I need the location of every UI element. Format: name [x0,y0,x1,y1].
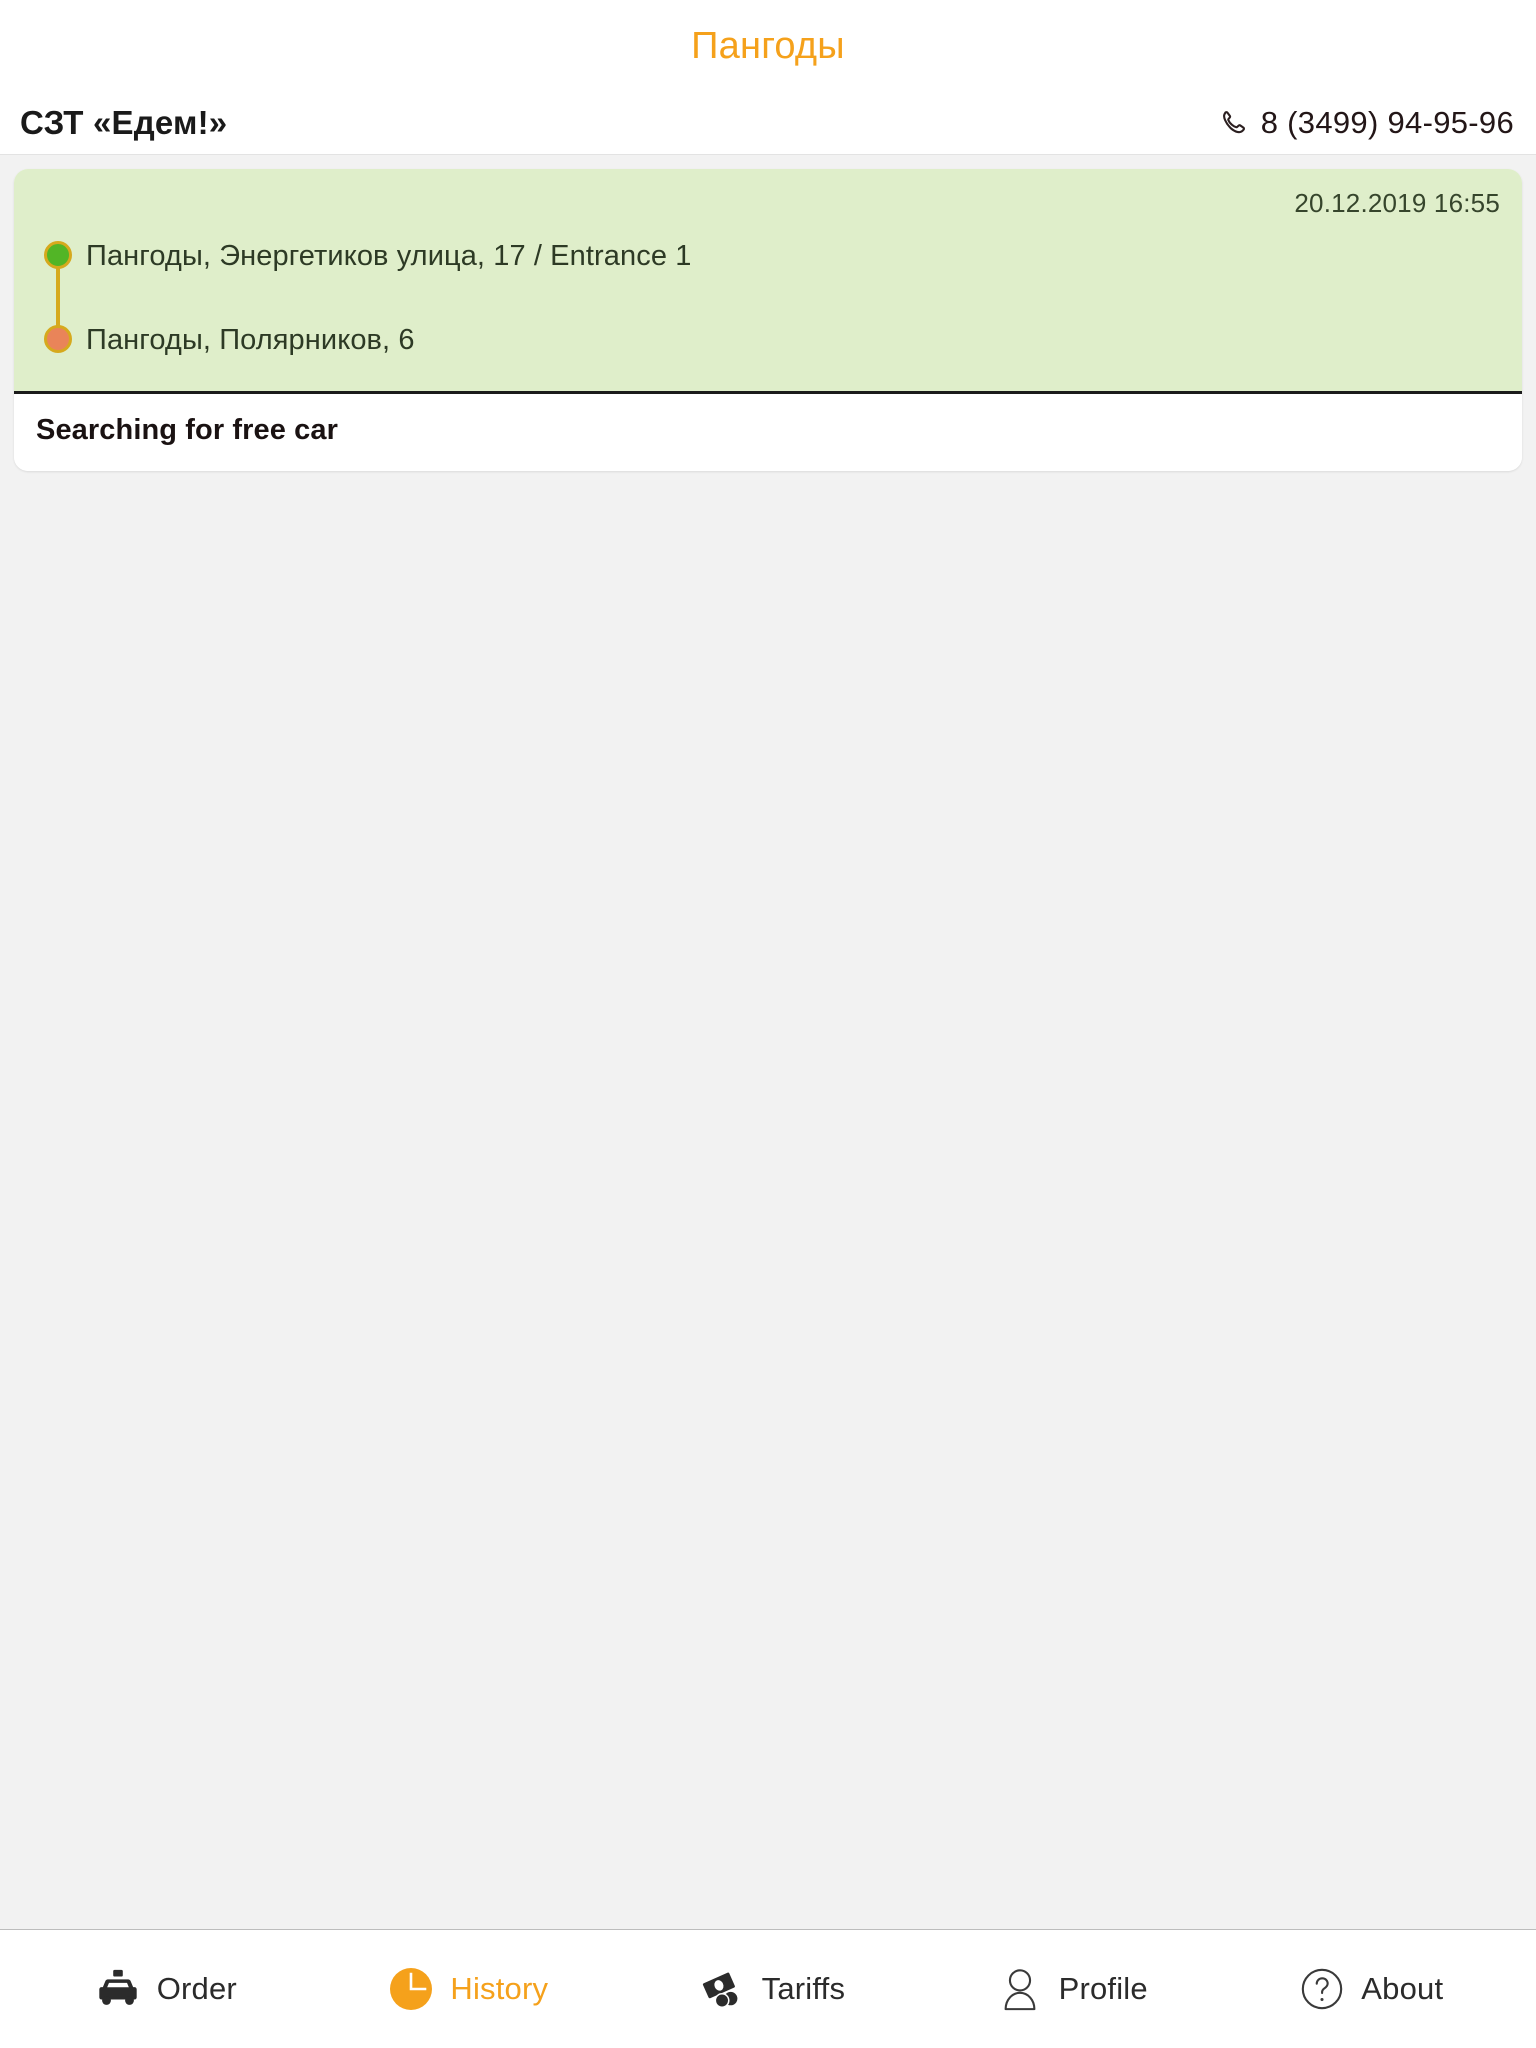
order-status-row: Searching for free car [14,394,1522,471]
pickup-dot-icon [44,241,72,269]
nav-label-tariffs: Tariffs [761,1971,846,2006]
nav-item-history[interactable]: History [380,1954,554,2024]
nav-label-order: Order [156,1971,237,2006]
taxi-icon [93,1964,143,2014]
page-title: Пангоды [691,24,845,67]
dropoff-dot-icon [44,325,72,353]
nav-label-history: History [450,1971,549,2006]
route: Пангоды, Энергетиков улица, 17 / Entranc… [36,239,1500,363]
route-point-pickup: Пангоды, Энергетиков улица, 17 / Entranc… [44,239,1500,323]
nav-item-profile[interactable]: Profile [989,1954,1154,2024]
money-icon [698,1964,748,2014]
route-point-dropoff: Пангоды, Полярников, 6 [44,323,1500,363]
phone-icon [1217,108,1247,138]
orders-list: 20.12.2019 16:55 Пангоды, Энергетиков ул… [0,154,1536,1930]
person-icon [995,1964,1045,2014]
app-header: Пангоды СЗТ «Едем!» 8 (3499) 94-95-96 [0,0,1536,154]
nav-label-profile: Profile [1058,1971,1148,2006]
clock-icon [386,1964,436,2014]
nav-item-about[interactable]: About [1291,1954,1449,2024]
question-icon [1297,1964,1347,2014]
phone-link[interactable]: 8 (3499) 94-95-96 [1217,105,1514,141]
brand-name: СЗТ «Едем!» [20,104,228,141]
city-row: Пангоды [0,0,1536,92]
pickup-address: Пангоды, Энергетиков улица, 17 / Entranc… [86,240,692,272]
phone-number: 8 (3499) 94-95-96 [1260,105,1514,140]
nav-item-order[interactable]: Order [87,1954,243,2024]
app-root: Пангоды СЗТ «Едем!» 8 (3499) 94-95-96 20… [0,0,1536,2048]
order-timestamp: 20.12.2019 16:55 [1294,188,1500,218]
nav-label-about: About [1361,1971,1444,2006]
brand-row: СЗТ «Едем!» 8 (3499) 94-95-96 [0,92,1536,154]
dropoff-address: Пангоды, Полярников, 6 [86,324,415,356]
order-card[interactable]: 20.12.2019 16:55 Пангоды, Энергетиков ул… [14,169,1522,471]
nav-item-tariffs[interactable]: Tariffs [692,1954,852,2024]
status-badge: Searching for free car [36,414,338,446]
bottom-navigation: Order History Tariffs Profile About [0,1930,1536,2048]
order-card-body: 20.12.2019 16:55 Пангоды, Энергетиков ул… [14,169,1522,394]
